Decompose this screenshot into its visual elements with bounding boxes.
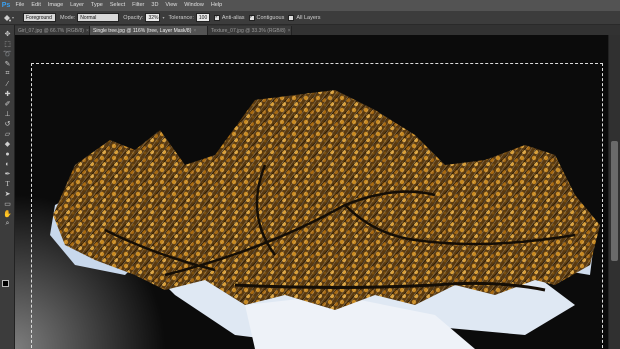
menu-select[interactable]: Select — [106, 0, 128, 11]
chevron-down-icon: ▾ — [12, 15, 15, 20]
eraser-icon[interactable]: ▱ — [1, 129, 14, 139]
opacity-label: Opacity: — [123, 14, 144, 21]
menu-edit[interactable]: Edit — [28, 0, 44, 11]
lasso-icon[interactable]: ➰ — [1, 49, 14, 59]
photoshop-logo: Ps — [1, 2, 11, 9]
all-layers-checkbox[interactable] — [288, 14, 295, 21]
crop-icon[interactable]: ⌗ — [1, 69, 14, 79]
menu-3d[interactable]: 3D — [148, 0, 162, 11]
menu-window[interactable]: Window — [181, 0, 208, 11]
menu-bar: Ps File Edit Image Layer Type Select Fil… — [0, 0, 620, 11]
menu-image[interactable]: Image — [44, 0, 66, 11]
marquee-icon[interactable]: ⬚ — [1, 39, 14, 49]
options-bar: ▾ Foreground Mode: Normal Opacity: 32% ▾… — [0, 11, 620, 25]
close-icon[interactable]: × — [86, 28, 89, 34]
document-tab-bar: Girl_07.jpg @ 66.7% (RGB/8) × Single tre… — [15, 25, 620, 35]
contiguous-option[interactable]: ✓ Contiguous — [248, 14, 285, 21]
type-icon[interactable]: T — [1, 179, 14, 189]
vertical-scrollbar[interactable] — [608, 35, 620, 349]
tools-panel: ✥ ⬚ ➰ ✎ ⌗ ⁄ ✚ ✐ ⊥ ↺ ▱ ◆ ● ◐ ✒ T ➤ ▭ ✋ ⌕ — [0, 25, 15, 349]
paint-bucket-icon — [4, 14, 11, 21]
menu-filter[interactable]: Filter — [129, 0, 148, 11]
anti-alias-option[interactable]: ✓ Anti-alias — [213, 14, 245, 21]
tab-girl-07[interactable]: Girl_07.jpg @ 66.7% (RGB/8) × — [15, 26, 90, 35]
opacity-value: 32% — [148, 14, 159, 21]
canvas-workspace[interactable] — [15, 35, 608, 349]
menu-file[interactable]: File — [12, 0, 28, 11]
anti-alias-label: Anti-alias — [221, 14, 245, 21]
all-layers-option[interactable]: All Layers — [288, 14, 321, 21]
anti-alias-checkbox[interactable]: ✓ — [213, 14, 220, 21]
dodge-icon[interactable]: ◐ — [1, 159, 14, 169]
hand-icon[interactable]: ✋ — [1, 209, 14, 219]
tab-label: Texture_07.jpg @ 33.3% (RGB/8) — [211, 27, 286, 34]
menu-help[interactable]: Help — [207, 0, 225, 11]
contiguous-label: Contiguous — [256, 14, 285, 21]
tool-preset-picker[interactable]: ▾ — [3, 13, 19, 23]
zoom-icon[interactable]: ⌕ — [1, 219, 14, 229]
tab-single-tree[interactable]: Single tree.jpg @ 116% (tree, Layer Mask… — [90, 26, 208, 35]
mode-select[interactable]: Normal — [77, 13, 120, 22]
menu-type[interactable]: Type — [87, 0, 106, 11]
tolerance-label: Tolerance: — [168, 14, 194, 21]
history-brush-icon[interactable]: ↺ — [1, 119, 14, 129]
close-icon[interactable]: × — [288, 28, 291, 34]
all-layers-label: All Layers — [296, 14, 321, 21]
selection-marquee — [31, 63, 603, 349]
tab-texture-07[interactable]: Texture_07.jpg @ 33.3% (RGB/8) × — [208, 26, 292, 35]
pen-icon[interactable]: ✒ — [1, 169, 14, 179]
menu-layer[interactable]: Layer — [67, 0, 88, 11]
move-icon[interactable]: ✥ — [1, 29, 14, 39]
tolerance-field[interactable]: 100 — [195, 13, 210, 22]
contiguous-checkbox[interactable]: ✓ — [248, 14, 255, 21]
healing-icon[interactable]: ✚ — [1, 89, 14, 99]
clone-stamp-icon[interactable]: ⊥ — [1, 109, 14, 119]
tab-label: Single tree.jpg @ 116% (tree, Layer Mask… — [93, 27, 192, 34]
close-icon[interactable]: × — [193, 28, 196, 34]
tab-label: Girl_07.jpg @ 66.7% (RGB/8) — [18, 27, 84, 34]
fill-source-select[interactable]: Foreground — [23, 13, 56, 22]
blur-icon[interactable]: ● — [1, 149, 14, 159]
mode-label: Mode: — [60, 14, 76, 21]
eyedropper-icon[interactable]: ⁄ — [1, 79, 14, 89]
fill-source-value: Foreground — [26, 14, 52, 21]
mode-value: Normal — [80, 14, 97, 21]
opacity-field[interactable]: 32% — [145, 13, 161, 22]
rectangle-icon[interactable]: ▭ — [1, 199, 14, 209]
tolerance-value: 100 — [198, 14, 208, 21]
brush-icon[interactable]: ✐ — [1, 99, 14, 109]
menu-view[interactable]: View — [162, 0, 181, 11]
quick-select-icon[interactable]: ✎ — [1, 59, 14, 69]
foreground-color-swatch[interactable] — [2, 280, 9, 287]
paint-bucket-icon[interactable]: ◆ — [1, 139, 14, 149]
path-select-icon[interactable]: ➤ — [1, 189, 14, 199]
scrollbar-thumb[interactable] — [611, 141, 618, 261]
opacity-slider-icon[interactable]: ▾ — [162, 15, 164, 20]
